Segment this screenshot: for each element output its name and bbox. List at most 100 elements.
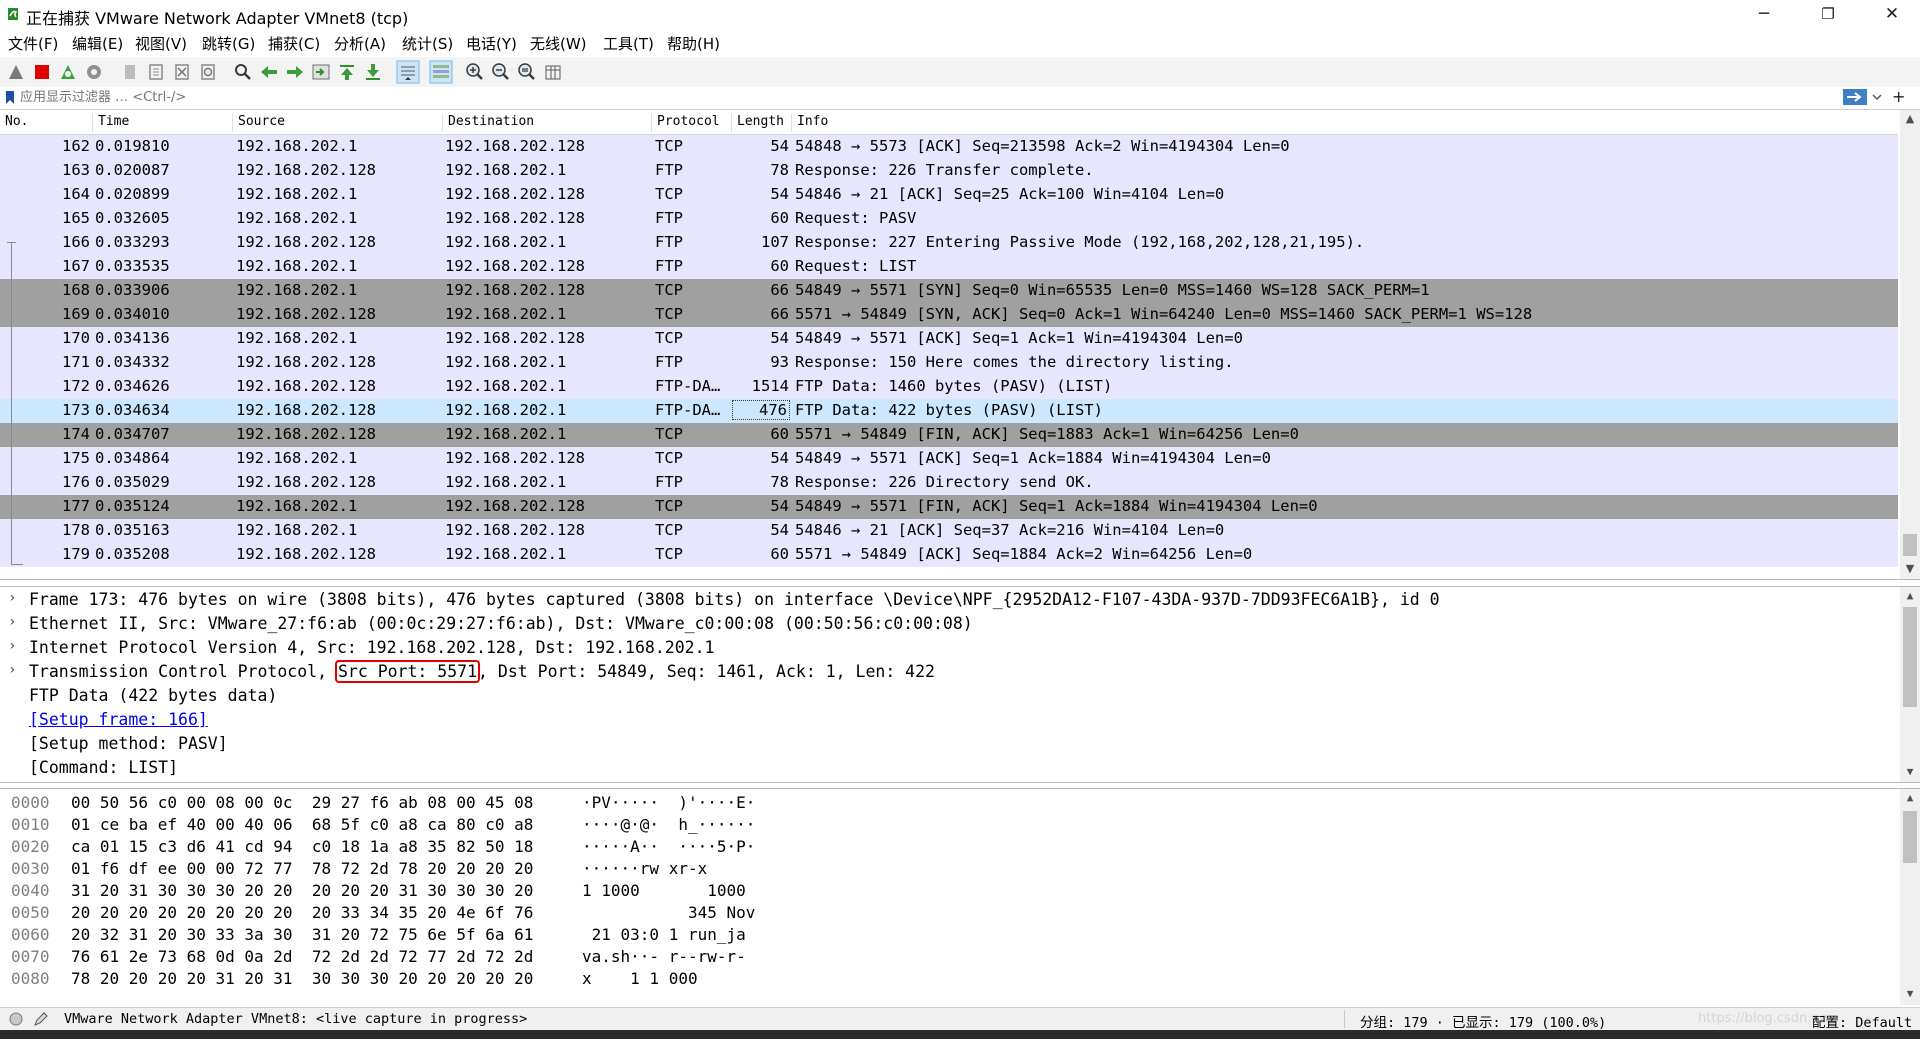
- hex-bytes[interactable]: 01 ce ba ef 40 00 40 06 68 5f c0 a8 ca 8…: [71, 815, 533, 834]
- bytes-scroll-thumb[interactable]: [1903, 811, 1917, 863]
- hex-ascii[interactable]: ····@·@· h_······: [582, 815, 755, 834]
- display-filter-input[interactable]: [20, 88, 1840, 106]
- hex-offset[interactable]: 0040: [11, 881, 50, 900]
- scroll-down-arrow-icon[interactable]: ▼: [1900, 560, 1920, 578]
- zoom-in-icon[interactable]: [465, 62, 485, 82]
- go-back-icon[interactable]: [259, 62, 279, 82]
- packet-row[interactable]: 162 0.019810 192.168.202.1 192.168.202.128 T…: [0, 135, 1898, 159]
- packet-row[interactable]: 166 0.033293 192.168.202.128 192.168.202.1 F…: [0, 231, 1898, 255]
- stop-capture-icon[interactable]: [32, 62, 52, 82]
- maximize-button[interactable]: ❐: [1800, 0, 1856, 30]
- menu-analyze[interactable]: 分析(A): [334, 33, 386, 54]
- packet-list-scrollbar[interactable]: ▲ ▼: [1900, 110, 1920, 579]
- filter-history-chevron-down-icon[interactable]: [1872, 92, 1882, 102]
- expand-chevron-icon[interactable]: ›: [8, 614, 16, 630]
- hex-offset[interactable]: 0050: [11, 903, 50, 922]
- packet-row[interactable]: 165 0.032605 192.168.202.1 192.168.202.128 F…: [0, 207, 1898, 231]
- open-file-icon[interactable]: [120, 62, 140, 82]
- menu-wireless[interactable]: 无线(W): [530, 33, 587, 54]
- col-length-header[interactable]: Length: [731, 114, 784, 132]
- go-forward-icon[interactable]: [285, 62, 305, 82]
- scroll-up-arrow-icon[interactable]: ▲: [1900, 587, 1920, 605]
- packet-row[interactable]: 171 0.034332 192.168.202.128 192.168.202.1 F…: [0, 351, 1898, 375]
- hex-bytes[interactable]: ca 01 15 c3 d6 41 cd 94 c0 18 1a a8 35 8…: [71, 837, 533, 856]
- hex-bytes[interactable]: 78 20 20 20 20 31 20 31 30 30 30 20 20 2…: [71, 969, 533, 988]
- reload-file-icon[interactable]: [198, 62, 218, 82]
- packet-row[interactable]: 177 0.035124 192.168.202.1 192.168.202.128 T…: [0, 495, 1898, 519]
- details-scroll-thumb[interactable]: [1903, 607, 1917, 707]
- hex-ascii[interactable]: 21 03:0 1 run_ja: [582, 925, 746, 944]
- packet-row[interactable]: 175 0.034864 192.168.202.1 192.168.202.128 T…: [0, 447, 1898, 471]
- hex-ascii[interactable]: x 1 1 000: [582, 969, 746, 988]
- hex-ascii[interactable]: 345 Nov: [582, 903, 755, 922]
- hex-offset[interactable]: 0030: [11, 859, 50, 878]
- zoom-normal-icon[interactable]: [517, 62, 537, 82]
- packet-row[interactable]: 174 0.034707 192.168.202.128 192.168.202.1 T…: [0, 423, 1898, 447]
- minimize-button[interactable]: ─: [1736, 0, 1792, 30]
- scroll-up-arrow-icon[interactable]: ▲: [1900, 110, 1920, 128]
- col-no-header[interactable]: No.: [0, 114, 28, 132]
- start-capture-icon[interactable]: [6, 62, 26, 82]
- close-button[interactable]: ✕: [1864, 0, 1920, 30]
- packet-row[interactable]: 179 0.035208 192.168.202.128 192.168.202.1 T…: [0, 543, 1898, 567]
- hex-bytes[interactable]: 20 32 31 20 30 33 3a 30 31 20 72 75 6e 5…: [71, 925, 533, 944]
- capture-options-gear-icon[interactable]: [84, 62, 104, 82]
- hex-bytes[interactable]: 31 20 31 30 30 30 20 20 20 20 20 31 30 3…: [71, 881, 533, 900]
- hex-ascii[interactable]: ·PV····· )'····E·: [582, 793, 755, 812]
- save-file-icon[interactable]: [146, 62, 166, 82]
- hex-bytes[interactable]: 00 50 56 c0 00 08 00 0c 29 27 f6 ab 08 0…: [71, 793, 533, 812]
- packet-list-scroll-thumb[interactable]: [1903, 534, 1917, 556]
- expand-chevron-icon[interactable]: ›: [8, 590, 16, 606]
- hex-offset[interactable]: 0000: [11, 793, 50, 812]
- packet-row[interactable]: 168 0.033906 192.168.202.1 192.168.202.128 T…: [0, 279, 1898, 303]
- col-source-header[interactable]: Source: [232, 114, 285, 132]
- hex-bytes[interactable]: 20 20 20 20 20 20 20 20 20 33 34 35 20 4…: [71, 903, 533, 922]
- hex-offset[interactable]: 0080: [11, 969, 50, 988]
- packet-row[interactable]: 176 0.035029 192.168.202.128 192.168.202.1 F…: [0, 471, 1898, 495]
- hex-offset[interactable]: 0010: [11, 815, 50, 834]
- zoom-out-icon[interactable]: [491, 62, 511, 82]
- hex-offset[interactable]: 0060: [11, 925, 50, 944]
- first-packet-icon[interactable]: [337, 62, 357, 82]
- menu-go[interactable]: 跳转(G): [202, 33, 255, 54]
- bytes-scrollbar[interactable]: ▲ ▼: [1900, 789, 1920, 1005]
- colorize-icon[interactable]: [429, 60, 453, 84]
- go-to-packet-icon[interactable]: [311, 62, 331, 82]
- bookmark-icon[interactable]: [5, 90, 15, 105]
- expand-chevron-icon[interactable]: ›: [8, 662, 16, 678]
- apply-filter-arrow-icon[interactable]: [1843, 89, 1867, 105]
- last-packet-icon[interactable]: [363, 62, 383, 82]
- menu-help[interactable]: 帮助(H): [667, 33, 720, 54]
- auto-scroll-icon[interactable]: [396, 60, 420, 84]
- expand-chevron-icon[interactable]: ›: [8, 638, 16, 654]
- restart-capture-icon[interactable]: [58, 62, 78, 82]
- capture-comment-edit-icon[interactable]: [33, 1011, 49, 1027]
- scroll-down-arrow-icon[interactable]: ▼: [1900, 763, 1920, 781]
- packet-row[interactable]: 173 0.034634 192.168.202.128 192.168.202.1 F…: [0, 399, 1898, 423]
- expert-info-icon[interactable]: [9, 1012, 23, 1026]
- col-protocol-header[interactable]: Protocol: [651, 114, 720, 132]
- scroll-down-arrow-icon[interactable]: ▼: [1900, 985, 1920, 1003]
- hex-offset[interactable]: 0070: [11, 947, 50, 966]
- scroll-up-arrow-icon[interactable]: ▲: [1900, 789, 1920, 807]
- profile-indicator[interactable]: 配置: Default: [1812, 1011, 1912, 1031]
- resize-columns-icon[interactable]: [543, 62, 563, 82]
- hex-ascii[interactable]: va.sh··- r--rw-r-: [582, 947, 746, 966]
- packet-row[interactable]: 164 0.020899 192.168.202.1 192.168.202.128 T…: [0, 183, 1898, 207]
- packet-row[interactable]: 163 0.020087 192.168.202.128 192.168.202.1 F…: [0, 159, 1898, 183]
- close-file-icon[interactable]: [172, 62, 192, 82]
- packet-row[interactable]: 169 0.034010 192.168.202.128 192.168.202.1 T…: [0, 303, 1898, 327]
- hex-ascii[interactable]: ······rw xr-x: [582, 859, 746, 878]
- add-filter-button[interactable]: +: [1892, 87, 1905, 106]
- menu-capture[interactable]: 捕获(C): [268, 33, 320, 54]
- hex-ascii[interactable]: 1 1000 1000: [582, 881, 755, 900]
- col-info-header[interactable]: Info: [791, 114, 828, 132]
- packet-row[interactable]: 178 0.035163 192.168.202.1 192.168.202.128 T…: [0, 519, 1898, 543]
- hex-ascii[interactable]: ·····A·· ····5·P·: [582, 837, 755, 856]
- menu-view[interactable]: 视图(V): [135, 33, 187, 54]
- packet-row[interactable]: 170 0.034136 192.168.202.1 192.168.202.128 T…: [0, 327, 1898, 351]
- hex-offset[interactable]: 0020: [11, 837, 50, 856]
- packet-row[interactable]: 167 0.033535 192.168.202.1 192.168.202.128 F…: [0, 255, 1898, 279]
- details-scrollbar[interactable]: ▲ ▼: [1900, 587, 1920, 782]
- hex-bytes[interactable]: 76 61 2e 73 68 0d 0a 2d 72 2d 2d 72 77 2…: [71, 947, 533, 966]
